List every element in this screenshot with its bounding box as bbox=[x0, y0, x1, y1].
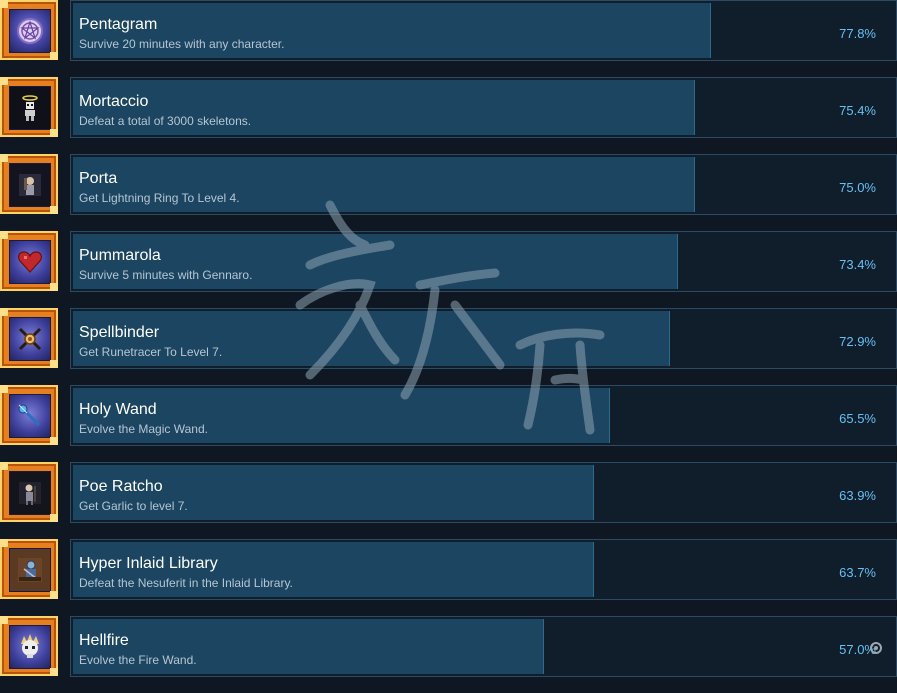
achievement-row: Holy Wand Evolve the Magic Wand. 65.5% bbox=[0, 385, 897, 462]
achievement-description: Evolve the Magic Wand. bbox=[79, 422, 208, 436]
achievement-title: Pentagram bbox=[79, 16, 158, 33]
heart-icon bbox=[9, 240, 51, 284]
skull-fire-icon bbox=[9, 625, 51, 669]
achievement-icon-frame bbox=[0, 539, 58, 599]
achievement-description: Get Garlic to level 7. bbox=[79, 499, 188, 513]
achievement-panel: Porta Get Lightning Ring To Level 4. 75.… bbox=[70, 154, 897, 215]
achievement-panel: Holy Wand Evolve the Magic Wand. 65.5% bbox=[70, 385, 897, 446]
achievement-title: Spellbinder bbox=[79, 324, 160, 341]
achievement-row: Pummarola Survive 5 minutes with Gennaro… bbox=[0, 231, 897, 308]
achievement-row: Poe Ratcho Get Garlic to level 7. 63.9% bbox=[0, 462, 897, 539]
achievement-title: Pummarola bbox=[79, 247, 161, 264]
achievement-title: Poe Ratcho bbox=[79, 478, 163, 495]
figure-icon bbox=[9, 471, 51, 515]
achievement-percent: 63.7% bbox=[839, 565, 876, 580]
achievement-description: Survive 20 minutes with any character. bbox=[79, 37, 285, 51]
achievement-row: Pentagram Survive 20 minutes with any ch… bbox=[0, 0, 897, 77]
achievement-row: Mortaccio Defeat a total of 3000 skeleto… bbox=[0, 77, 897, 154]
achievement-row: Spellbinder Get Runetracer To Level 7. 7… bbox=[0, 308, 897, 385]
achievement-title: Hyper Inlaid Library bbox=[79, 555, 218, 572]
pentagram-icon bbox=[9, 9, 51, 53]
library-icon bbox=[9, 548, 51, 592]
achievement-icon-frame bbox=[0, 462, 58, 522]
achievement-panel: Pentagram Survive 20 minutes with any ch… bbox=[70, 0, 897, 61]
wand-icon bbox=[9, 394, 51, 438]
achievement-description: Defeat the Nesuferit in the Inlaid Libra… bbox=[79, 576, 293, 590]
achievement-percent: 63.9% bbox=[839, 488, 876, 503]
achievement-icon-frame bbox=[0, 0, 58, 60]
achievement-description: Evolve the Fire Wand. bbox=[79, 653, 197, 667]
achievement-row: Hellfire Evolve the Fire Wand. 57.0% bbox=[0, 616, 897, 693]
achievement-row: Hyper Inlaid Library Defeat the Nesuferi… bbox=[0, 539, 897, 616]
achievement-icon-frame bbox=[0, 77, 58, 137]
achievement-title: Mortaccio bbox=[79, 93, 149, 110]
achievement-row: Porta Get Lightning Ring To Level 4. 75.… bbox=[0, 154, 897, 231]
achievement-icon-frame bbox=[0, 385, 58, 445]
achievement-panel: Spellbinder Get Runetracer To Level 7. 7… bbox=[70, 308, 897, 369]
achievement-title: Hellfire bbox=[79, 632, 129, 649]
achievement-title: Holy Wand bbox=[79, 401, 157, 418]
achievement-percent: 75.4% bbox=[839, 103, 876, 118]
achievement-title: Porta bbox=[79, 170, 118, 187]
achievement-description: Defeat a total of 3000 skeletons. bbox=[79, 114, 252, 128]
achievement-icon-frame bbox=[0, 154, 58, 214]
skeleton-icon bbox=[9, 86, 51, 130]
achievement-percent: 77.8% bbox=[839, 26, 876, 41]
crossed-swords-icon bbox=[9, 317, 51, 361]
achievement-description: Get Lightning Ring To Level 4. bbox=[79, 191, 240, 205]
achievement-icon-frame bbox=[0, 308, 58, 368]
achievement-percent: 65.5% bbox=[839, 411, 876, 426]
achievement-percent: 75.0% bbox=[839, 180, 876, 195]
portrait-icon bbox=[9, 163, 51, 207]
achievement-percent: 72.9% bbox=[839, 334, 876, 349]
achievement-panel: Poe Ratcho Get Garlic to level 7. 63.9% bbox=[70, 462, 897, 523]
achievement-description: Get Runetracer To Level 7. bbox=[79, 345, 223, 359]
achievement-icon-frame bbox=[0, 231, 58, 291]
achievement-percent: 73.4% bbox=[839, 257, 876, 272]
achievement-panel: Pummarola Survive 5 minutes with Gennaro… bbox=[70, 231, 897, 292]
achievement-description: Survive 5 minutes with Gennaro. bbox=[79, 268, 253, 282]
achievement-panel: Mortaccio Defeat a total of 3000 skeleto… bbox=[70, 77, 897, 138]
achievement-panel: Hyper Inlaid Library Defeat the Nesuferi… bbox=[70, 539, 897, 600]
gear-icon bbox=[870, 642, 882, 654]
achievement-icon-frame bbox=[0, 616, 58, 676]
